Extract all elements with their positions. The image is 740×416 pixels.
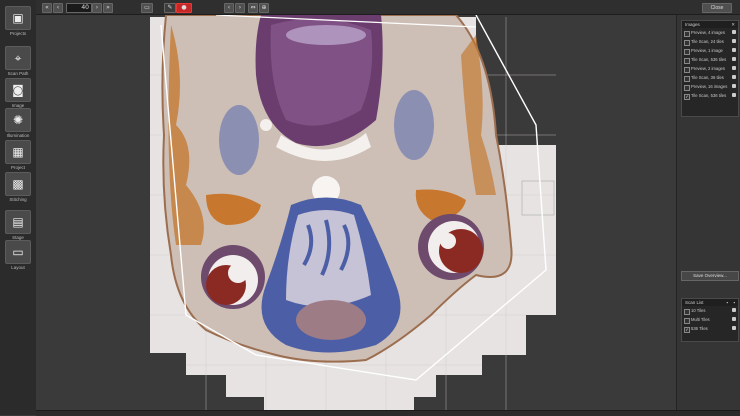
grid-icon: ▦ [5,140,31,164]
view-icon[interactable] [732,48,736,52]
last-page-button[interactable]: » [103,3,113,13]
right-panel: Images ✕ Preview, 4 images Tile Scan, 24… [676,15,740,410]
list-item[interactable]: ✓ 536 Tiles [682,324,738,333]
next-tile-button[interactable]: › [235,3,245,13]
close-button[interactable]: Close [702,3,732,13]
checkbox[interactable] [684,30,690,37]
checkbox[interactable] [684,48,690,55]
status-bar [36,410,740,416]
list-item[interactable]: Multi Tiles [682,315,738,324]
projects-icon: ▣ [5,6,31,30]
view-icon[interactable] [732,84,736,88]
stage-icon: ▤ [5,210,31,234]
checkbox[interactable] [684,308,690,315]
checkbox[interactable] [684,57,690,64]
images-panel-title: Images [685,22,700,27]
checkbox[interactable] [684,39,690,46]
images-panel: Images ✕ Preview, 4 images Tile Scan, 24… [681,20,739,117]
tool-label: Project [10,165,25,170]
trash-icon[interactable]: ✕ [731,21,735,28]
checkbox[interactable] [684,317,690,324]
images-panel-header: Images ✕ [682,21,738,28]
view-icon[interactable] [732,30,736,34]
zoom-input[interactable]: 40 [66,3,92,13]
tool-label: Projects [9,31,27,36]
list-item[interactable]: Preview, 4 images [682,28,738,37]
view-icon[interactable] [732,308,736,312]
list-item[interactable]: 10 Tiles [682,306,738,315]
left-eye [201,245,265,309]
scan-path-icon: ⌖ [5,46,31,70]
list-item[interactable]: Preview, 16 images [682,82,738,91]
checkbox[interactable] [684,75,690,82]
tool-project[interactable]: ▦ Project [3,140,33,170]
list-item[interactable]: Tile Scan, 536 tiles [682,55,738,64]
view-icon[interactable] [732,39,736,43]
tool-layout[interactable]: ▭ Layout [3,240,33,270]
screen-icon[interactable]: ▭ [141,3,153,13]
light-icon: ✺ [5,108,31,132]
remove-icon[interactable]: ▪ [733,299,735,306]
camera-icon: ◙ [5,78,31,102]
tool-label: Illumination [6,133,30,138]
view-icon[interactable] [732,326,736,330]
tool-image[interactable]: ◙ Image [3,78,33,108]
specimen-overview-image [150,15,556,410]
layout-icon: ▭ [5,240,31,264]
tool-scan-path[interactable]: ⌖ Scan Path [3,46,33,76]
view-icon[interactable] [732,93,736,97]
prev-page-button[interactable]: ‹ [53,3,63,13]
checkbox[interactable] [684,84,690,91]
scan-list-header: Scan List ▪ ▪ [682,299,738,306]
view-icon[interactable] [732,75,736,79]
list-item[interactable]: Preview, 1 image [682,46,738,55]
overview-canvas[interactable] [36,15,676,410]
scan-list-panel: Scan List ▪ ▪ 10 Tiles Multi Tiles ✓ 536 … [681,298,739,342]
prev-tile-button[interactable]: ‹ [224,3,234,13]
stitching-icon: ▩ [5,172,31,196]
list-item[interactable]: Preview, 2 images [682,64,738,73]
right-eye [418,214,484,280]
tool-label: Scan Path [7,71,29,76]
view-icon[interactable] [732,66,736,70]
left-toolbar: ▣ Projects ⌖ Scan Path ◙ Image ✺ Illumin… [0,0,37,415]
record-indicator[interactable]: ● [176,3,192,13]
zoom-button[interactable]: ⊕ [259,3,269,13]
add-icon[interactable]: ▪ [726,299,728,306]
view-icon[interactable] [732,57,736,61]
scan-list-title: Scan List [685,300,704,305]
first-page-button[interactable]: « [42,3,52,13]
checkbox-checked[interactable]: ✓ [684,93,690,100]
tool-projects[interactable]: ▣ Projects [3,6,33,36]
save-overview-button[interactable]: Save Overview... [681,271,739,281]
tool-stage[interactable]: ▤ Stage [3,210,33,240]
tool-label: Layout [11,265,25,270]
list-item[interactable]: Tile Scan, 24 tiles [682,37,738,46]
next-page-button[interactable]: › [92,3,102,13]
brush-icon[interactable]: ✎ [164,3,176,13]
tool-stitching[interactable]: ▩ Stitching [3,172,33,202]
list-item[interactable]: Tile Scan, 36 tiles [682,73,738,82]
fit-button[interactable]: ⇔ [248,3,258,13]
view-icon[interactable] [732,317,736,321]
top-toolbar: « ‹ 40 › » ▭ ✎ ● ‹ › ⇔ ⊕ Close [36,0,740,15]
tool-illumination[interactable]: ✺ Illumination [3,108,33,138]
list-item[interactable]: ✓ Tile Scan, 536 tiles [682,91,738,100]
checkbox-checked[interactable]: ✓ [684,326,690,333]
tool-label: Stitching [9,197,27,202]
checkbox[interactable] [684,66,690,73]
